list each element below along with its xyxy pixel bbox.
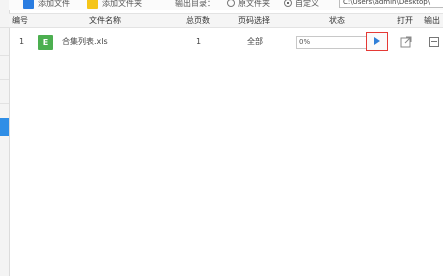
add-file-button[interactable]: 添加文件 <box>23 0 70 9</box>
toolbar: 添加文件 添加文件夹 输出目录： 原文件夹 自定义 C:\Users\admin… <box>9 0 443 10</box>
page-selection[interactable]: 全部 <box>247 30 263 54</box>
table-row[interactable]: 1 E 合集列表.xls 1 全部 0% <box>9 30 443 54</box>
row-index: 1 <box>19 37 25 46</box>
output-folder-icon[interactable] <box>429 37 439 47</box>
play-icon[interactable] <box>366 32 388 51</box>
radio-source-folder[interactable]: 原文件夹 <box>227 0 270 9</box>
add-folder-icon <box>87 0 98 9</box>
add-file-label: 添加文件 <box>38 0 70 8</box>
column-header-output: 输出 <box>424 16 440 25</box>
column-header-open: 打开 <box>397 16 413 25</box>
progress-text: 0% <box>299 38 311 46</box>
column-header-file-name: 文件名称 <box>89 16 121 25</box>
output-dir-label: 输出目录： <box>175 0 215 8</box>
column-header-page-selection: 页码选择 <box>238 16 270 25</box>
radio-custom-label: 自定义 <box>295 0 319 8</box>
add-folder-button[interactable]: 添加文件夹 <box>87 0 142 9</box>
table-header: 编号 文件名称 总页数 页码选择 状态 打开 输出 <box>9 13 443 28</box>
radio-circle[interactable] <box>227 0 235 7</box>
progress-bar: 0% <box>296 36 376 49</box>
radio-custom[interactable]: 自定义 <box>284 0 319 9</box>
open-external-icon[interactable] <box>400 36 412 48</box>
column-header-status: 状态 <box>329 16 345 25</box>
file-name: 合集列表.xls <box>62 37 108 46</box>
radio-circle-selected[interactable] <box>284 0 292 7</box>
left-sidebar-active-marker <box>0 118 9 136</box>
column-header-index: 编号 <box>12 16 28 25</box>
add-folder-label: 添加文件夹 <box>102 0 142 8</box>
output-path-input[interactable]: C:\Users\admin\Desktop\ <box>339 0 443 8</box>
total-pages: 1 <box>196 37 202 46</box>
radio-source-folder-label: 原文件夹 <box>238 0 270 8</box>
column-header-total-pages: 总页数 <box>186 16 210 25</box>
excel-file-icon: E <box>38 35 53 50</box>
add-file-icon <box>23 0 34 9</box>
